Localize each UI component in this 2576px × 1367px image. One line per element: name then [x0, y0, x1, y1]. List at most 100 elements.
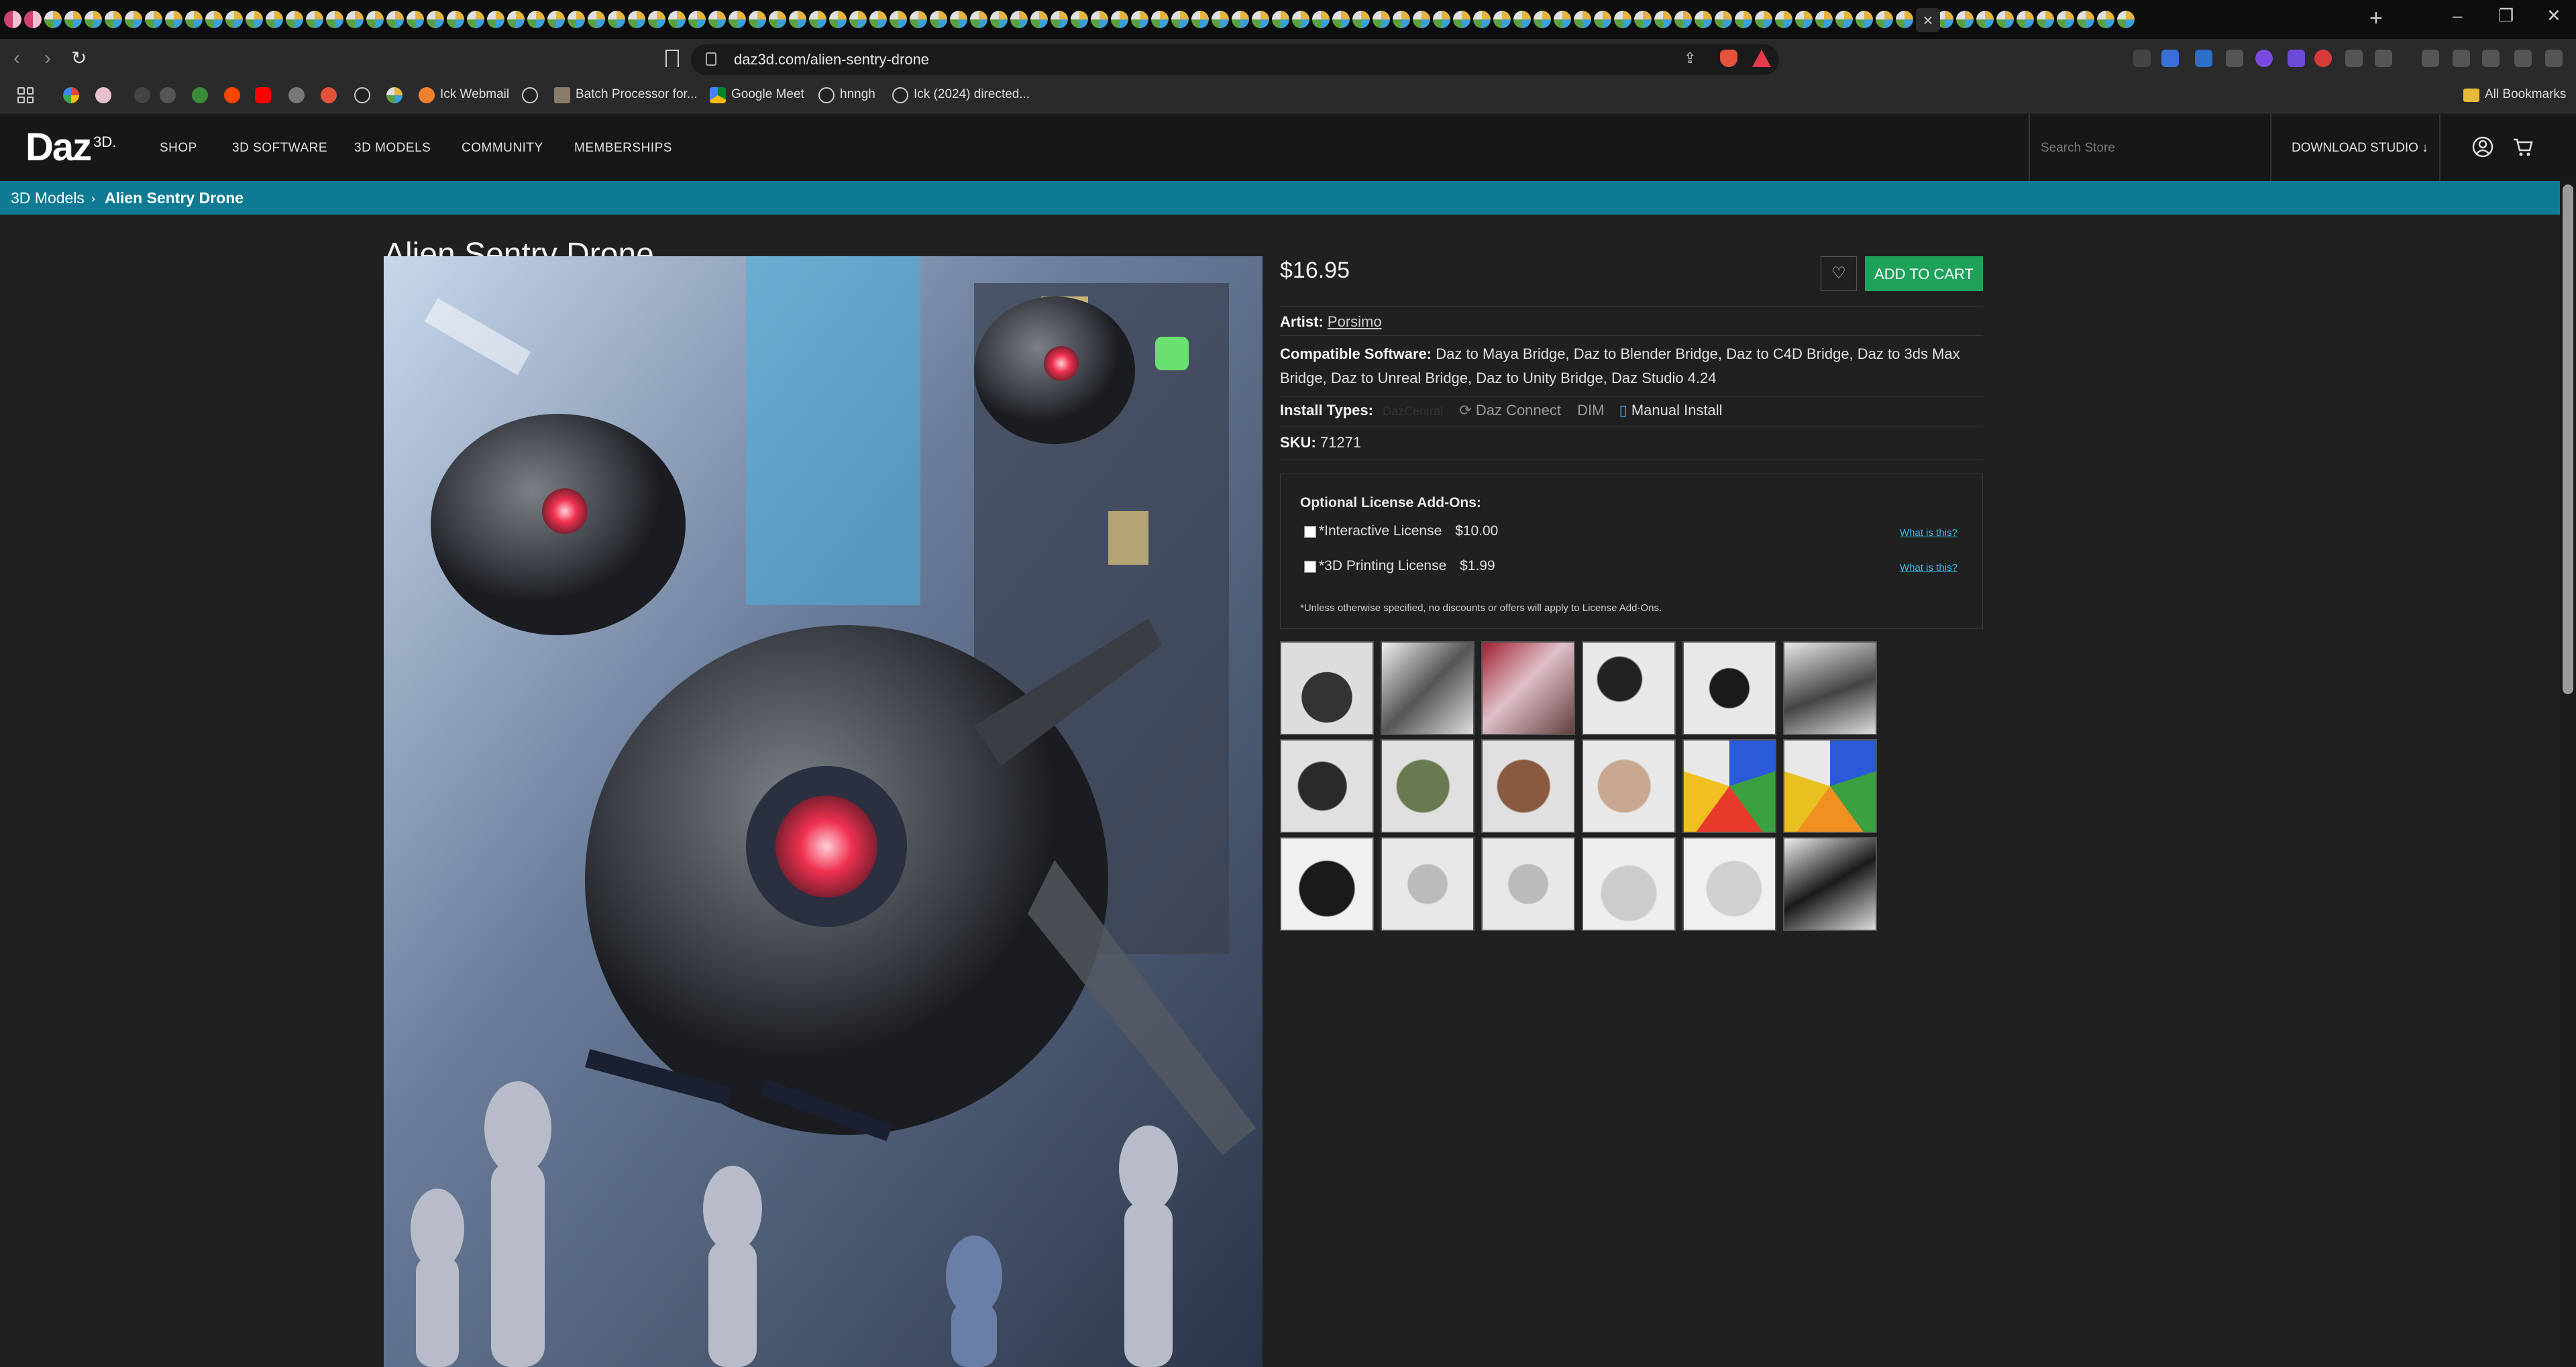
reload-icon[interactable]: ↻	[71, 47, 87, 69]
bookmark-icon[interactable]	[160, 87, 176, 103]
back-icon[interactable]: ‹	[13, 47, 20, 70]
forward-icon[interactable]: ›	[44, 47, 51, 70]
extension-icon[interactable]	[2195, 50, 2212, 67]
gallery-thumbnail[interactable]	[1381, 739, 1474, 833]
install-daz-connect: Daz Connect	[1475, 402, 1562, 419]
leo-ai-icon[interactable]	[2482, 50, 2500, 67]
minimize-icon[interactable]: –	[2453, 5, 2462, 26]
menu-icon[interactable]	[2545, 50, 2563, 67]
account-icon[interactable]	[2471, 135, 2494, 158]
gallery-thumbnail[interactable]	[1582, 739, 1676, 833]
gallery-thumbnail[interactable]	[1783, 641, 1877, 735]
bookmark-icon[interactable]	[354, 87, 370, 103]
bookmark-ick-webmail[interactable]: Ick Webmail	[440, 87, 509, 102]
all-bookmarks[interactable]: All Bookmarks	[2485, 87, 2566, 102]
bookmark-icon[interactable]	[386, 87, 402, 103]
gallery-thumbnail[interactable]	[1481, 641, 1575, 735]
gallery-thumbnail[interactable]	[1582, 837, 1676, 931]
brave-shields-icon[interactable]	[1720, 50, 1737, 67]
gallery-thumbnail[interactable]	[1783, 739, 1877, 833]
gallery-thumbnail[interactable]	[1682, 837, 1776, 931]
cart-icon[interactable]	[2512, 135, 2534, 158]
nav-3d-software[interactable]: 3D SOFTWARE	[232, 141, 327, 156]
gallery-thumbnail[interactable]	[1381, 641, 1474, 735]
nav-shop[interactable]: SHOP	[160, 141, 197, 156]
extension-icon[interactable]	[2288, 50, 2305, 67]
interactive-license-help-link[interactable]: What is this?	[1900, 527, 1957, 539]
gallery-thumbnail[interactable]	[1582, 641, 1676, 735]
vpn-icon[interactable]	[2514, 50, 2532, 67]
header-divider	[2029, 114, 2030, 181]
google-bookmark-icon[interactable]	[63, 87, 79, 103]
gallery-thumbnail[interactable]	[1381, 837, 1474, 931]
gallery-thumbnail[interactable]	[1280, 837, 1374, 931]
browser-tab-strip: × + – ❐ ✕	[0, 0, 2576, 39]
new-tab-icon[interactable]: +	[2369, 5, 2383, 32]
search-store-input[interactable]	[2039, 137, 2243, 160]
product-hero-image[interactable]	[384, 256, 1263, 1367]
daz-logo[interactable]: Daz 3D.	[25, 125, 116, 170]
nav-community[interactable]: COMMUNITY	[462, 141, 543, 156]
extension-icon[interactable]	[2375, 50, 2392, 67]
manual-install-icon: ▯	[1619, 402, 1627, 419]
bookmark-ick-2024[interactable]: Ick (2024) directed...	[914, 87, 1030, 102]
extension-icon[interactable]	[2345, 50, 2363, 67]
artist-link[interactable]: Porsimo	[1328, 313, 1382, 330]
nav-memberships[interactable]: MEMBERSHIPS	[574, 141, 672, 156]
extension-icon[interactable]	[2161, 50, 2179, 67]
folder-icon[interactable]	[2463, 89, 2479, 102]
extension-icon[interactable]	[2314, 50, 2332, 67]
3d-printing-license-help-link[interactable]: What is this?	[1900, 562, 1957, 573]
bookmark-google-meet[interactable]: Google Meet	[731, 87, 804, 102]
add-to-cart-button[interactable]: ADD TO CART	[1865, 256, 1983, 291]
bookmark-icon[interactable]	[522, 87, 538, 103]
compatible-software-row: Compatible Software: Daz to Maya Bridge,…	[1280, 342, 1960, 366]
gallery-thumbnail[interactable]	[1280, 739, 1374, 833]
close-window-icon[interactable]: ✕	[2546, 5, 2561, 26]
sidebar-toggle-icon[interactable]	[2422, 50, 2439, 67]
interactive-license-checkbox[interactable]	[1304, 526, 1316, 538]
bookmark-icon[interactable]	[321, 87, 337, 103]
gallery-thumbnail[interactable]	[1481, 837, 1575, 931]
bookmark-hnngh[interactable]: hnngh	[840, 87, 875, 102]
bookmark-icon[interactable]	[288, 87, 305, 103]
3d-printing-license-label: *3D Printing License	[1319, 558, 1447, 573]
brave-rewards-icon[interactable]	[1752, 50, 1771, 67]
gallery-thumbnail[interactable]	[1280, 641, 1374, 735]
bookmark-icon[interactable]	[134, 87, 150, 103]
restore-icon[interactable]: ❐	[2498, 5, 2514, 26]
3d-printing-license-price: $1.99	[1460, 558, 1495, 573]
reddit-icon[interactable]	[224, 87, 240, 103]
extension-icon[interactable]	[2226, 50, 2243, 67]
bookmark-icon[interactable]	[554, 87, 570, 103]
gallery-thumbnail[interactable]	[1783, 837, 1877, 931]
site-info-icon[interactable]	[706, 52, 716, 66]
bookmark-icon[interactable]	[892, 87, 908, 103]
extension-icon[interactable]	[2255, 50, 2273, 67]
nav-3d-models[interactable]: 3D MODELS	[354, 141, 431, 156]
download-studio-button[interactable]: DOWNLOAD STUDIO ↓	[2292, 141, 2428, 156]
share-icon[interactable]: ⇪	[1684, 50, 1696, 67]
tab-favicons[interactable]	[4, 9, 2365, 30]
google-meet-icon[interactable]	[710, 87, 726, 103]
gallery-thumbnail[interactable]	[1682, 739, 1776, 833]
bookmark-icon[interactable]	[818, 87, 835, 103]
apps-grid-icon[interactable]	[17, 87, 34, 103]
bookmark-icon[interactable]	[192, 87, 208, 103]
gallery-thumbnail[interactable]	[1682, 641, 1776, 735]
bookmark-icon[interactable]	[419, 87, 435, 103]
scrollbar-thumb[interactable]	[2563, 184, 2573, 694]
youtube-icon[interactable]	[255, 87, 271, 103]
bookmark-batch-processor[interactable]: Batch Processor for...	[576, 87, 698, 102]
install-types-row: Install Types: DazCentral ⟳ Daz Connect …	[1280, 398, 1723, 423]
bookmark-page-icon[interactable]	[665, 50, 679, 67]
bookmark-icon[interactable]	[95, 87, 111, 103]
3d-printing-license-checkbox[interactable]	[1304, 561, 1316, 573]
gallery-thumbnail[interactable]	[1481, 739, 1575, 833]
url-text[interactable]: daz3d.com/alien-sentry-drone	[734, 51, 929, 68]
extension-icon[interactable]	[2133, 50, 2151, 67]
wishlist-heart-icon[interactable]: ♡	[1821, 256, 1857, 291]
wallet-icon[interactable]	[2453, 50, 2470, 67]
close-tab-icon[interactable]: ×	[1916, 8, 1940, 32]
breadcrumb-3d-models[interactable]: 3D Models	[11, 189, 85, 207]
